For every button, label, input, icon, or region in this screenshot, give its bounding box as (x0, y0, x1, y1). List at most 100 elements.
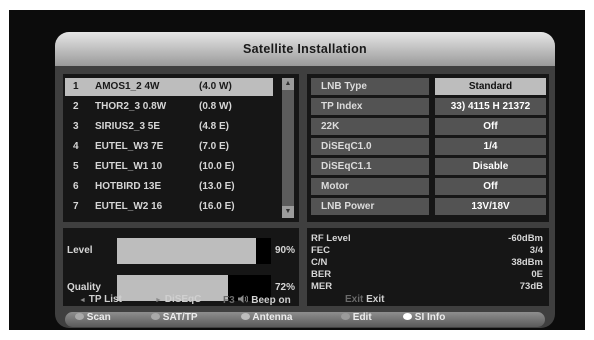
rf-row: MER 73dB (307, 281, 549, 292)
rf-row: RF Level -60dBm (307, 233, 549, 244)
yellow-key-icon (241, 313, 250, 320)
satellite-row[interactable]: 7 EUTEL_W2 16 (16.0 E) (65, 198, 273, 216)
tp-list-label: TP List (88, 294, 122, 305)
rf-value: 38dBm (511, 257, 543, 268)
scroll-down-icon[interactable]: ▼ (282, 206, 294, 218)
satellite-position: (16.0 E) (199, 201, 235, 212)
scan-button[interactable]: Scan (75, 312, 111, 323)
edit-button[interactable]: Edit (341, 312, 372, 323)
satellite-installation-dialog: Satellite Installation 1 AMOS1_2 4W (4.0… (55, 32, 555, 328)
rf-key: C/N (311, 257, 328, 268)
si-info-label: SI Info (414, 312, 446, 323)
green-key-icon (151, 313, 160, 320)
satellite-position: (10.0 E) (199, 161, 235, 172)
rf-value: 3/4 (529, 245, 543, 256)
satellite-number: 7 (73, 201, 79, 212)
param-value-tp-index[interactable]: 33) 4115 H 21372 (435, 98, 546, 115)
quality-label: Quality (67, 282, 101, 293)
quality-percent: 72% (274, 282, 295, 293)
sat-tp-button[interactable]: SAT/TP (151, 312, 198, 323)
satellite-name: EUTEL_W2 16 (95, 201, 163, 212)
exit-hint[interactable]: Exit Exit (345, 294, 384, 305)
satellite-number: 3 (73, 121, 79, 132)
rf-row: FEC 3/4 (307, 245, 549, 256)
satellite-row[interactable]: 2 THOR2_3 0.8W (0.8 W) (65, 98, 273, 116)
key-hints: ◄ TP List ► DiSEqC F3 Beep on Exit Exit (65, 294, 545, 306)
satellite-row[interactable]: 3 SIRIUS2_3 5E (4.8 E) (65, 118, 273, 136)
footer-keys: Scan SAT/TP Antenna Edit SI Info (65, 312, 545, 325)
blue-key-icon (341, 313, 350, 320)
beep-hint[interactable]: F3 Beep on (223, 294, 291, 306)
param-label-motor: Motor (311, 178, 429, 195)
satellite-number: 4 (73, 141, 79, 152)
red-key-icon (75, 313, 84, 320)
scan-label: Scan (86, 312, 111, 323)
satellite-name: HOTBIRD 13E (95, 181, 162, 192)
rf-key: BER (311, 269, 332, 280)
white-key-icon (403, 313, 412, 320)
param-label-lnb-power: LNB Power (311, 198, 429, 215)
satellite-name: SIRIUS2_3 5E (95, 121, 161, 132)
diseqc-label: DiSEqC (164, 294, 202, 305)
satellite-row[interactable]: 6 HOTBIRD 13E (13.0 E) (65, 178, 273, 196)
param-value-22k[interactable]: Off (435, 118, 546, 135)
param-value-lnb-power[interactable]: 13V/18V (435, 198, 546, 215)
param-label-22k: 22K (311, 118, 429, 135)
rf-key: FEC (311, 245, 330, 256)
rf-value: 73dB (519, 281, 543, 292)
level-label: Level (67, 245, 93, 256)
satellite-number: 1 (73, 81, 79, 92)
param-label-lnb-type: LNB Type (311, 78, 429, 95)
antenna-label: Antenna (252, 312, 293, 323)
level-percent: 90% (274, 245, 295, 256)
scroll-up-icon[interactable]: ▲ (282, 78, 294, 90)
satellite-row[interactable]: 1 AMOS1_2 4W (4.0 W) (65, 78, 273, 96)
exit-label: Exit (366, 294, 385, 305)
satellite-number: 2 (73, 101, 79, 112)
beep-label: Beep on (251, 295, 291, 306)
rf-value: -60dBm (508, 233, 543, 244)
diseqc-hint[interactable]: ► DiSEqC (155, 294, 201, 305)
satellite-name: THOR2_3 0.8W (95, 101, 167, 112)
param-value-diseqc11[interactable]: Disable (435, 158, 546, 175)
satellite-position: (0.8 W) (199, 101, 232, 112)
right-arrow-icon: ► (155, 297, 162, 304)
param-value-lnb-type[interactable]: Standard (435, 78, 546, 95)
satellite-name: AMOS1_2 4W (95, 81, 160, 92)
satellite-name: EUTEL_W1 10 (95, 161, 163, 172)
param-label-diseqc10: DiSEqC1.0 (311, 138, 429, 155)
tp-list-hint[interactable]: ◄ TP List (79, 294, 122, 305)
rf-key: MER (311, 281, 333, 292)
param-value-motor[interactable]: Off (435, 178, 546, 195)
satellite-list: 1 AMOS1_2 4W (4.0 W) 2 THOR2_3 0.8W (0.8… (63, 74, 299, 222)
satellite-number: 5 (73, 161, 79, 172)
edit-label: Edit (352, 312, 372, 323)
satellite-position: (13.0 E) (199, 181, 235, 192)
param-label-tp-index: TP Index (311, 98, 429, 115)
param-value-diseqc10[interactable]: 1/4 (435, 138, 546, 155)
list-scrollbar[interactable]: ▲ ▼ (282, 78, 294, 218)
level-bar (117, 238, 271, 264)
satellite-row[interactable]: 5 EUTEL_W1 10 (10.0 E) (65, 158, 273, 176)
antenna-button[interactable]: Antenna (241, 312, 292, 323)
tv-screen: Satellite Installation 1 AMOS1_2 4W (4.0… (9, 10, 585, 330)
exit-key-label: Exit (345, 294, 364, 305)
satellite-position: (7.0 E) (199, 141, 230, 152)
left-arrow-icon: ◄ (79, 297, 86, 304)
satellite-row[interactable]: 4 EUTEL_W3 7E (7.0 E) (65, 138, 273, 156)
rf-value: 0E (531, 269, 543, 280)
satellite-number: 6 (73, 181, 79, 192)
level-bar-fill (117, 238, 256, 264)
sat-tp-label: SAT/TP (162, 312, 198, 323)
speaker-icon (237, 295, 251, 306)
lnb-parameters: LNB Type Standard TP Index 33) 4115 H 21… (307, 74, 549, 222)
rf-key: RF Level (311, 233, 351, 244)
satellite-position: (4.0 W) (199, 81, 232, 92)
satellite-name: EUTEL_W3 7E (95, 141, 164, 152)
f3-key-label: F3 (223, 295, 235, 306)
rf-row: BER 0E (307, 269, 549, 280)
rf-row: C/N 38dBm (307, 257, 549, 268)
si-info-button[interactable]: SI Info (403, 312, 445, 323)
param-label-diseqc11: DiSEqC1.1 (311, 158, 429, 175)
dialog-title: Satellite Installation (55, 32, 555, 66)
